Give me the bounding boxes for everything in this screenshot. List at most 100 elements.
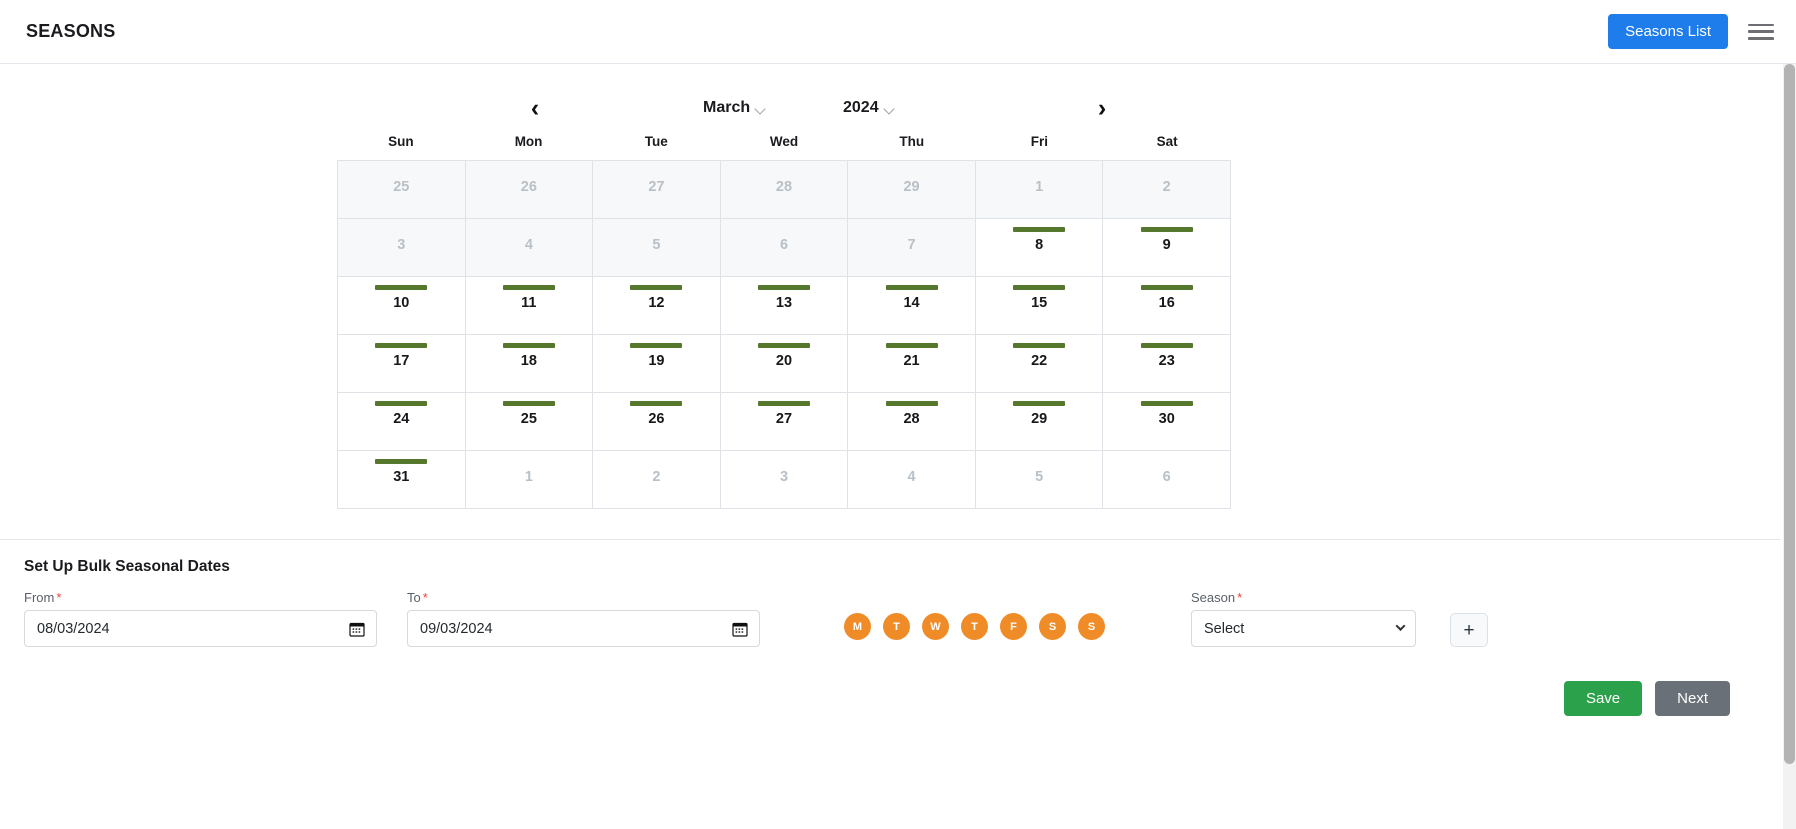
calendar-day-cell-inactive: 4: [466, 219, 594, 277]
vertical-scrollbar-track[interactable]: [1783, 64, 1796, 829]
save-button[interactable]: Save: [1564, 681, 1642, 716]
calendar-day-number: 31: [393, 470, 409, 485]
calendar-icon[interactable]: [349, 621, 365, 637]
season-marker-bar: [886, 343, 938, 348]
calendar-day-number: 22: [1031, 354, 1047, 369]
season-marker-bar: [503, 343, 555, 348]
calendar-day-number: 10: [393, 296, 409, 311]
season-marker-bar: [758, 285, 810, 290]
calendar-day-number: 4: [525, 238, 533, 253]
bulk-seasonal-dates-section: Set Up Bulk Seasonal Dates From* 08/03/2…: [0, 539, 1780, 647]
calendar-icon[interactable]: [732, 621, 748, 637]
weekday-header: Sun: [337, 134, 465, 149]
hamburger-menu-icon[interactable]: [1748, 22, 1774, 42]
calendar-day-number: 24: [393, 412, 409, 427]
previous-month-icon[interactable]: ‹: [518, 96, 552, 121]
calendar-day-number: 28: [776, 180, 792, 195]
calendar-day-cell[interactable]: 13: [721, 277, 849, 335]
calendar-day-number: 29: [903, 180, 919, 195]
calendar-day-number: 29: [1031, 412, 1047, 427]
calendar-day-cell[interactable]: 27: [721, 393, 849, 451]
calendar-day-cell[interactable]: 15: [976, 277, 1104, 335]
year-select[interactable]: 2024: [843, 99, 896, 117]
calendar-day-number: 5: [652, 238, 660, 253]
month-label: March: [703, 99, 750, 117]
calendar-day-number: 4: [908, 470, 916, 485]
calendar-day-cell[interactable]: 19: [593, 335, 721, 393]
from-date-label-text: From: [24, 590, 54, 605]
weekday-toggle-group: MTWTFSS: [844, 613, 1105, 640]
to-date-label: To*: [407, 590, 760, 605]
calendar-day-cell[interactable]: 16: [1103, 277, 1231, 335]
weekday-toggle-tuesday[interactable]: T: [883, 613, 910, 640]
calendar-day-cell[interactable]: 10: [338, 277, 466, 335]
calendar-day-cell[interactable]: 30: [1103, 393, 1231, 451]
calendar-grid: 2526272829123456789101112131415161718192…: [337, 160, 1231, 509]
from-date-field: From* 08/03/2024: [24, 590, 377, 647]
weekday-header: Tue: [592, 134, 720, 149]
calendar-day-number: 26: [648, 412, 664, 427]
season-selected-value: Select: [1204, 621, 1244, 637]
next-button[interactable]: Next: [1655, 681, 1730, 716]
season-marker-bar: [1141, 285, 1193, 290]
season-marker-bar: [1013, 227, 1065, 232]
calendar-day-number: 2: [652, 470, 660, 485]
to-date-input[interactable]: 09/03/2024: [407, 610, 760, 647]
month-select[interactable]: March: [703, 99, 767, 117]
calendar-day-cell[interactable]: 18: [466, 335, 594, 393]
weekday-toggle-monday[interactable]: M: [844, 613, 871, 640]
calendar-navigation: ‹ March 2024 ›: [383, 82, 1407, 134]
calendar-day-cell-inactive: 28: [721, 161, 849, 219]
calendar-day-number: 30: [1159, 412, 1175, 427]
bulk-section-title: Set Up Bulk Seasonal Dates: [24, 558, 1756, 576]
page-title: SEASONS: [26, 21, 115, 42]
calendar-day-cell[interactable]: 11: [466, 277, 594, 335]
calendar-day-cell[interactable]: 28: [848, 393, 976, 451]
calendar-day-cell-inactive: 3: [338, 219, 466, 277]
calendar-day-cell[interactable]: 21: [848, 335, 976, 393]
calendar-day-cell[interactable]: 29: [976, 393, 1104, 451]
calendar-day-cell-inactive: 27: [593, 161, 721, 219]
from-date-input[interactable]: 08/03/2024: [24, 610, 377, 647]
calendar-day-cell[interactable]: 14: [848, 277, 976, 335]
calendar-day-cell-inactive: 5: [976, 451, 1104, 509]
calendar-day-number: 7: [908, 238, 916, 253]
page-content: ‹ March 2024 › SunMonTueWedThuFriSat 252…: [0, 64, 1780, 716]
weekday-header: Sat: [1103, 134, 1231, 149]
calendar-day-cell[interactable]: 9: [1103, 219, 1231, 277]
season-field: Season* Select: [1191, 590, 1416, 647]
calendar-day-cell[interactable]: 8: [976, 219, 1104, 277]
calendar-day-cell[interactable]: 26: [593, 393, 721, 451]
calendar-day-cell[interactable]: 25: [466, 393, 594, 451]
calendar-day-cell[interactable]: 23: [1103, 335, 1231, 393]
bulk-form-row: From* 08/03/2024: [24, 590, 1756, 647]
calendar-day-cell[interactable]: 22: [976, 335, 1104, 393]
calendar-day-number: 1: [525, 470, 533, 485]
calendar-day-cell[interactable]: 12: [593, 277, 721, 335]
add-row-button[interactable]: +: [1450, 613, 1488, 647]
calendar-day-cell[interactable]: 17: [338, 335, 466, 393]
weekday-toggle-thursday[interactable]: T: [961, 613, 988, 640]
calendar-day-number: 11: [521, 296, 536, 311]
season-marker-bar: [630, 401, 682, 406]
season-marker-bar: [1141, 401, 1193, 406]
weekday-toggle-friday[interactable]: F: [1000, 613, 1027, 640]
weekday-toggle-saturday[interactable]: S: [1039, 613, 1066, 640]
calendar-day-cell[interactable]: 24: [338, 393, 466, 451]
calendar-day-cell-inactive: 29: [848, 161, 976, 219]
to-date-value: 09/03/2024: [420, 621, 493, 637]
seasons-list-button[interactable]: Seasons List: [1608, 14, 1728, 49]
calendar-day-cell-inactive: 25: [338, 161, 466, 219]
weekday-toggle-wednesday[interactable]: W: [922, 613, 949, 640]
weekday-header: Mon: [465, 134, 593, 149]
season-marker-bar: [1013, 343, 1065, 348]
calendar-day-number: 12: [648, 296, 664, 311]
calendar-day-cell[interactable]: 31: [338, 451, 466, 509]
season-select[interactable]: Select: [1191, 610, 1416, 647]
calendar-day-cell[interactable]: 20: [721, 335, 849, 393]
vertical-scrollbar-thumb[interactable]: [1784, 64, 1795, 764]
next-month-icon[interactable]: ›: [1085, 96, 1119, 121]
calendar-day-cell-inactive: 7: [848, 219, 976, 277]
weekday-toggle-sunday[interactable]: S: [1078, 613, 1105, 640]
calendar-day-number: 13: [776, 296, 792, 311]
